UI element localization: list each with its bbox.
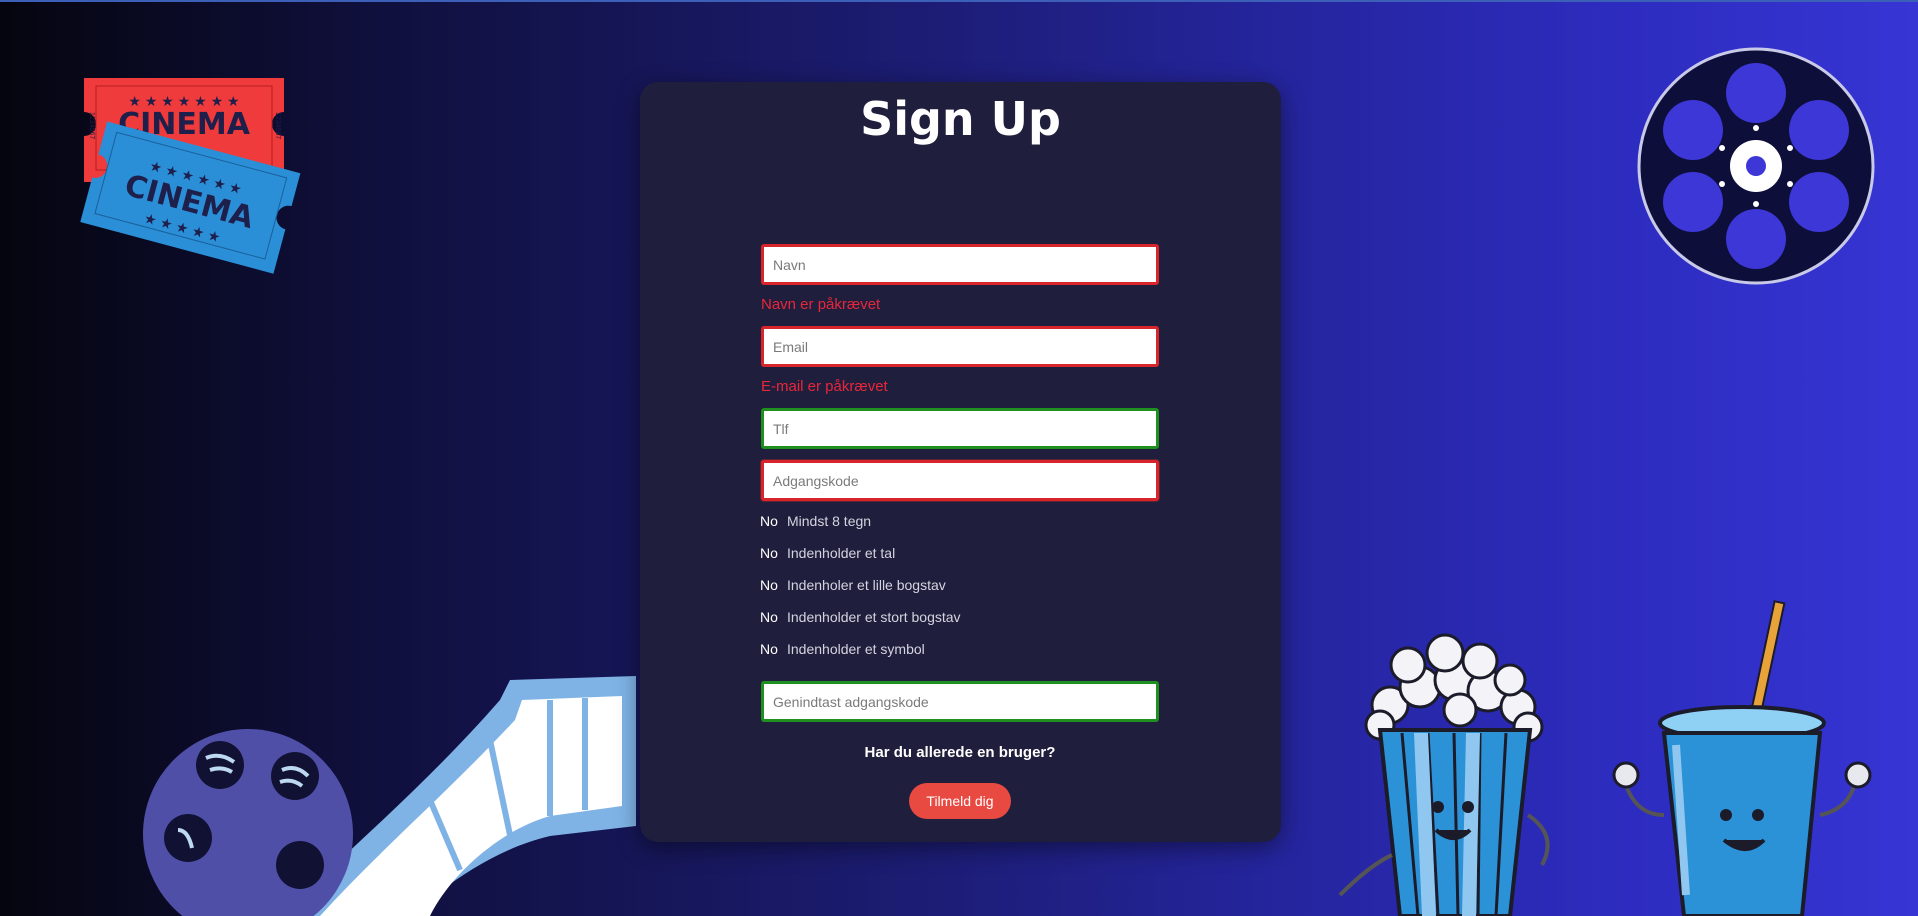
- requirement-label: Indenholder et stort bogstav: [787, 609, 961, 625]
- page-title: Sign Up: [860, 92, 1061, 146]
- requirement-status: No: [760, 545, 778, 561]
- password-requirement-lowercase: No Indenholer et lille bogstav: [760, 577, 946, 593]
- drink-cup-illustration: [1612, 600, 1872, 916]
- password-requirement-uppercase: No Indenholder et stort bogstav: [760, 609, 961, 625]
- svg-text:1234567: 1234567: [88, 112, 95, 139]
- email-input[interactable]: [761, 326, 1159, 367]
- requirement-status: No: [760, 513, 778, 529]
- film-strip-illustration: [143, 676, 636, 916]
- login-link[interactable]: Har du allerede en bruger?: [760, 744, 1160, 761]
- name-input[interactable]: [761, 244, 1159, 285]
- email-error-message: E-mail er påkrævet: [761, 378, 888, 395]
- requirement-status: No: [760, 577, 778, 593]
- requirement-status: No: [760, 609, 778, 625]
- requirement-status: No: [760, 641, 778, 657]
- top-accent-line: [0, 0, 1918, 2]
- password-requirement-symbol: No Indenholder et symbol: [760, 641, 925, 657]
- password-requirement-number: No Indenholder et tal: [760, 545, 895, 561]
- password-input[interactable]: [761, 460, 1159, 501]
- password-requirement-length: No Mindst 8 tegn: [760, 513, 871, 529]
- signup-submit-button[interactable]: Tilmeld dig: [909, 783, 1011, 819]
- requirement-label: Indenholer et lille bogstav: [787, 577, 946, 593]
- cinema-tickets-illustration: CINEMA ★ ★ ★ ★ ★ ★ ★ 1234567 1234567 ★ ★…: [80, 78, 301, 274]
- requirement-label: Mindst 8 tegn: [787, 513, 872, 529]
- popcorn-illustration: [1338, 633, 1550, 916]
- requirement-label: Indenholder et symbol: [787, 641, 925, 657]
- requirement-label: Indenholder et tal: [787, 545, 896, 561]
- svg-text:1234567: 1234567: [274, 112, 281, 139]
- confirm-password-input[interactable]: [761, 681, 1159, 722]
- phone-input[interactable]: [761, 408, 1159, 449]
- svg-text:★ ★ ★ ★ ★ ★ ★: ★ ★ ★ ★ ★ ★ ★: [128, 93, 239, 109]
- film-reel-icon: [1637, 47, 1875, 285]
- name-error-message: Navn er påkrævet: [761, 296, 881, 313]
